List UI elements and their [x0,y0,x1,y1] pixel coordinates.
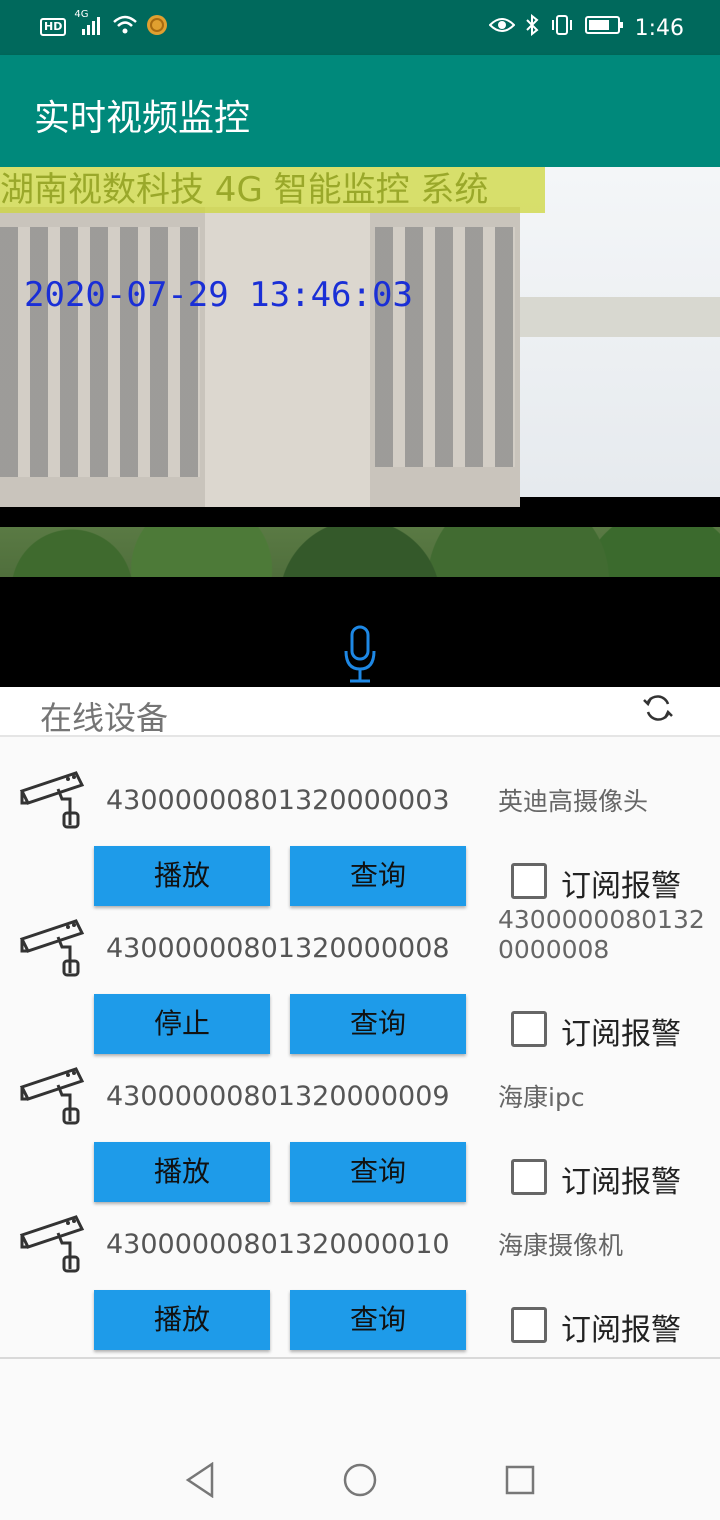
subscribe-alarm-label: 订阅报警 [561,1313,681,1348]
status-bar: HD 4G 1:46 [0,0,720,55]
app-bar: 实时视频监控 [0,55,720,167]
device-id: 43000000801320000010 [106,1229,450,1260]
microphone-icon[interactable] [343,625,377,685]
subscribe-alarm-label: 订阅报警 [561,1165,681,1200]
subscribe-alarm-checkbox[interactable] [511,1307,547,1343]
subscribe-alarm-checkbox[interactable] [511,1159,547,1195]
device-id: 43000000801320000008 [106,933,450,964]
subscribe-alarm-label: 订阅报警 [561,1017,681,1052]
building-windows [0,227,200,477]
camera-icon [18,917,86,981]
device-row: 43000000801320000010 海康摄像机 播放 查询 订阅报警 [0,1209,720,1359]
refresh-icon[interactable] [642,692,674,724]
page-title: 实时视频监控 [34,98,251,139]
query-button[interactable]: 查询 [290,994,466,1054]
subscribe-alarm-label: 订阅报警 [561,869,681,904]
hd-icon: HD [40,18,67,36]
subscribe-alarm-checkbox[interactable] [511,863,547,899]
vibrate-icon [549,14,575,42]
device-row: 43000000801320000003 英迪高摄像头 播放 查询 订阅报警 [0,765,720,915]
osd-timestamp: 2020-07-29 13:46:03 [24,275,413,315]
query-button[interactable]: 查询 [290,1290,466,1350]
section-title: 在线设备 [40,699,169,737]
camera-icon [18,1213,86,1277]
home-icon[interactable] [342,1462,378,1502]
bluetooth-icon [525,13,539,42]
recents-icon[interactable] [504,1462,536,1502]
distant-buildings [520,297,720,337]
device-name: 海康ipc [498,1083,585,1112]
building-right-windows [375,227,515,467]
navigation-bar [0,1440,720,1520]
online-devices-header: 在线设备 [0,687,720,737]
eye-icon [488,15,516,41]
play-button[interactable]: 播放 [94,846,270,906]
play-button[interactable]: 播放 [94,1290,270,1350]
wifi-icon [112,14,138,40]
building-center [205,207,370,507]
device-name: 43000000801320000008 [498,905,705,964]
coin-icon [146,14,168,40]
play-button[interactable]: 播放 [94,1142,270,1202]
signal-4g-icon: 4G [74,9,104,40]
status-time: 1:46 [634,15,684,41]
query-button[interactable]: 查询 [290,846,466,906]
camera-icon [18,769,86,833]
battery-icon [584,15,625,41]
device-id: 43000000801320000003 [106,785,450,816]
video-player[interactable]: 湖南视数科技 4G 智能监控 系统 2020-07-29 13:46:03 [0,167,720,687]
camera-icon [18,1065,86,1129]
device-id: 43000000801320000009 [106,1081,450,1112]
device-name: 海康摄像机 [498,1231,624,1260]
device-name: 英迪高摄像头 [498,787,649,816]
back-icon[interactable] [184,1461,216,1502]
subscribe-alarm-checkbox[interactable] [511,1011,547,1047]
osd-banner: 湖南视数科技 4G 智能监控 系统 [0,167,545,213]
query-button[interactable]: 查询 [290,1142,466,1202]
device-row: 43000000801320000008 4300000080132000000… [0,905,720,1063]
stop-button[interactable]: 停止 [94,994,270,1054]
device-row: 43000000801320000009 海康ipc 播放 查询 订阅报警 [0,1061,720,1211]
